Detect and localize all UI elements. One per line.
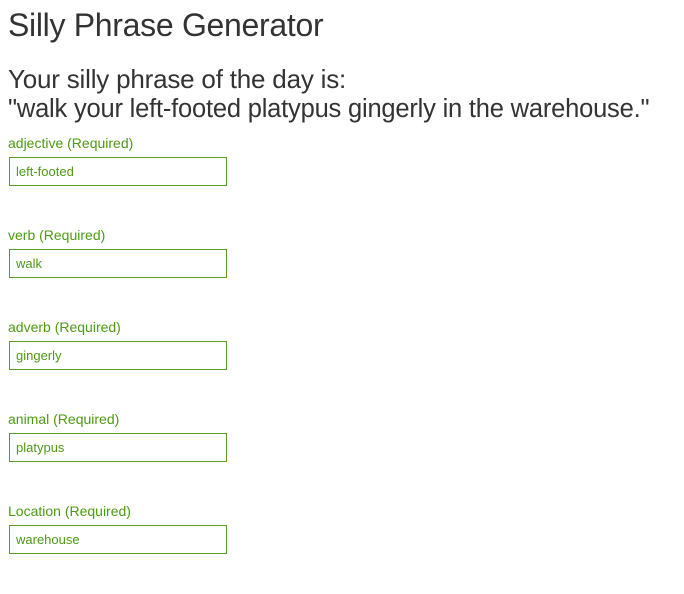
page-title: Silly Phrase Generator <box>8 7 324 43</box>
adjective-field-group: adjective (Required) <box>8 134 227 226</box>
animal-field-group: animal (Required) <box>8 410 227 502</box>
phrase-block: Your silly phrase of the day is: "walk y… <box>8 64 680 124</box>
adverb-field-group: adverb (Required) <box>8 318 227 410</box>
verb-label: verb (Required) <box>8 227 106 243</box>
phrase-form: adjective (Required) verb (Required) adv… <box>8 134 227 594</box>
verb-field-group: verb (Required) <box>8 226 227 318</box>
phrase-intro: Your silly phrase of the day is: <box>8 64 347 94</box>
location-field-group: Location (Required) <box>8 502 227 594</box>
adverb-input[interactable] <box>9 341 227 370</box>
location-label: Location (Required) <box>8 503 131 519</box>
phrase-output: "walk your left-footed platypus gingerly… <box>8 95 650 123</box>
animal-label: animal (Required) <box>8 411 120 427</box>
page: Silly Phrase Generator Your silly phrase… <box>8 6 680 554</box>
adjective-label: adjective (Required) <box>8 135 134 151</box>
adverb-label: adverb (Required) <box>8 319 121 335</box>
verb-input[interactable] <box>9 249 227 278</box>
location-input[interactable] <box>9 525 227 554</box>
animal-input[interactable] <box>9 433 227 462</box>
adjective-input[interactable] <box>9 157 227 186</box>
